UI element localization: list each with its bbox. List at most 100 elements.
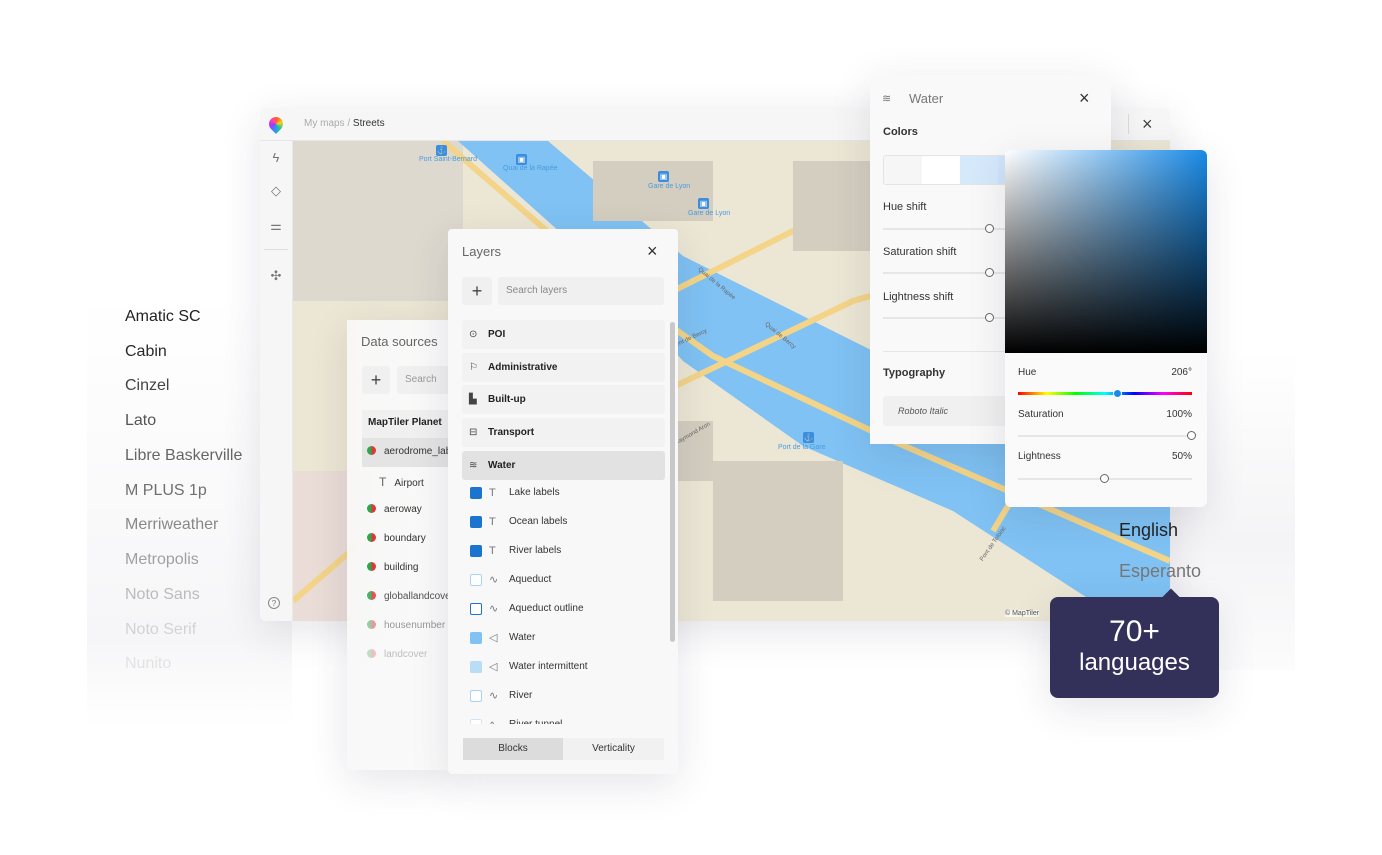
maptiler-logo[interactable] bbox=[266, 114, 286, 134]
font-option[interactable]: Cabin bbox=[125, 343, 167, 361]
water-icon: ≋ bbox=[882, 93, 892, 105]
hue-label: Hue bbox=[1018, 367, 1037, 378]
tab-blocks[interactable]: Blocks bbox=[463, 738, 563, 760]
status-dot-icon bbox=[367, 649, 376, 658]
slider-thumb[interactable] bbox=[1187, 431, 1196, 440]
puzzle-icon[interactable]: ✣ bbox=[268, 268, 284, 284]
row-label: boundary bbox=[384, 533, 426, 544]
help-icon[interactable]: ? bbox=[268, 597, 280, 609]
hue-slider[interactable] bbox=[1018, 389, 1192, 398]
color-swatch[interactable] bbox=[470, 690, 482, 702]
category-label: Built-up bbox=[488, 394, 526, 405]
map-label[interactable]: Quai de la Rapée bbox=[503, 165, 557, 172]
color-swatch[interactable] bbox=[470, 603, 482, 615]
map-label[interactable]: Gare de Lyon bbox=[648, 183, 690, 190]
font-option[interactable]: Nunito bbox=[125, 655, 171, 673]
color-swatch[interactable] bbox=[470, 719, 482, 724]
text-layer-icon: T bbox=[489, 487, 496, 499]
slider-thumb[interactable] bbox=[985, 224, 994, 233]
font-option[interactable]: M PLUS 1p bbox=[125, 482, 207, 500]
saturation-slider[interactable] bbox=[1018, 431, 1196, 440]
color-swatch[interactable] bbox=[470, 632, 482, 644]
close-window-button[interactable]: × bbox=[1142, 114, 1153, 135]
font-option[interactable]: Cinzel bbox=[125, 377, 169, 395]
train-icon[interactable]: ▣ bbox=[658, 171, 669, 182]
font-option[interactable]: Merriweather bbox=[125, 516, 218, 534]
saturation-shift-label: Saturation shift bbox=[883, 246, 957, 258]
breadcrumb: My maps / Streets bbox=[304, 118, 385, 129]
font-option[interactable]: Amatic SC bbox=[125, 308, 201, 326]
source-layer-row[interactable]: landcover bbox=[367, 649, 427, 660]
slider-thumb[interactable] bbox=[1112, 389, 1122, 398]
slider-thumb[interactable] bbox=[985, 313, 994, 322]
row-label: landcover bbox=[384, 649, 428, 660]
language-option[interactable]: English bbox=[1119, 520, 1178, 541]
color-swatch[interactable] bbox=[470, 487, 482, 499]
tooltip-label: languages bbox=[1079, 649, 1190, 676]
category-poi[interactable]: ⊙ POI bbox=[462, 320, 665, 349]
search-layers-input[interactable]: Search layers bbox=[498, 277, 664, 305]
category-water[interactable]: ≋ Water bbox=[462, 451, 665, 480]
tab-verticality[interactable]: Verticality bbox=[563, 738, 664, 760]
source-layer-row[interactable]: aerodrome_label bbox=[367, 446, 452, 457]
status-dot-icon bbox=[367, 446, 376, 455]
layers-icon[interactable]: ◇ bbox=[268, 183, 284, 199]
train-icon[interactable]: ▣ bbox=[516, 154, 527, 165]
color-swatch[interactable] bbox=[470, 545, 482, 557]
source-layer-row[interactable]: globallandcover bbox=[367, 591, 452, 602]
train-icon[interactable]: ▣ bbox=[698, 198, 709, 209]
map-attribution[interactable]: © MapTiler bbox=[1005, 610, 1040, 617]
lightness-shift-label: Lightness shift bbox=[883, 291, 954, 303]
row-label: aeroway bbox=[384, 504, 422, 515]
source-layer-row[interactable]: boundary bbox=[367, 533, 426, 544]
close-water-panel-button[interactable]: × bbox=[1079, 88, 1090, 109]
source-layer-row[interactable]: T Airport bbox=[379, 475, 424, 489]
layer-label: River tunnel bbox=[509, 719, 562, 724]
category-label: Transport bbox=[488, 427, 535, 438]
slider-thumb[interactable] bbox=[985, 268, 994, 277]
color-swatch[interactable] bbox=[470, 661, 482, 673]
color-swatch[interactable] bbox=[470, 516, 482, 528]
font-option[interactable]: Noto Sans bbox=[125, 586, 200, 604]
source-layer-row[interactable]: housenumber bbox=[367, 620, 445, 631]
saturation-label: Saturation bbox=[1018, 409, 1064, 420]
sliders-icon[interactable]: ⚌ bbox=[268, 218, 284, 234]
font-option[interactable]: Metropolis bbox=[125, 551, 199, 569]
add-layer-button[interactable]: + bbox=[462, 277, 492, 305]
font-option[interactable]: Lato bbox=[125, 412, 156, 430]
category-administrative[interactable]: ⚐ Administrative bbox=[462, 353, 665, 382]
map-label[interactable]: Gare de Lyon bbox=[688, 210, 730, 217]
map-label[interactable]: Port Saint-Bernard bbox=[419, 156, 477, 163]
font-option[interactable]: Noto Serif bbox=[125, 621, 196, 639]
font-option[interactable]: Libre Baskerville bbox=[125, 447, 242, 465]
add-source-button[interactable]: + bbox=[362, 366, 390, 394]
harbor-icon[interactable]: ⚓ bbox=[436, 145, 447, 156]
color-stop[interactable] bbox=[922, 156, 960, 184]
category-transport[interactable]: ⊟ Transport bbox=[462, 418, 665, 447]
color-stop[interactable] bbox=[884, 156, 922, 184]
data-sources-panel: Data sources + Search MapTiler Planet ae… bbox=[347, 320, 452, 770]
source-layer-row[interactable]: aeroway bbox=[367, 504, 422, 515]
saturation-lightness-area[interactable] bbox=[1005, 150, 1207, 353]
scrollbar[interactable] bbox=[670, 322, 675, 642]
status-dot-icon bbox=[367, 504, 376, 513]
color-swatch[interactable] bbox=[470, 574, 482, 586]
layer-label: River bbox=[509, 690, 533, 701]
source-header[interactable]: MapTiler Planet bbox=[362, 410, 452, 438]
color-stop[interactable] bbox=[960, 156, 998, 184]
lightness-slider[interactable] bbox=[1018, 474, 1192, 483]
category-built-up[interactable]: ▙ Built-up bbox=[462, 385, 665, 414]
source-layer-row[interactable]: building bbox=[367, 562, 418, 573]
bolt-icon[interactable]: ϟ bbox=[268, 150, 284, 166]
category-label: Water bbox=[488, 460, 516, 471]
close-layers-button[interactable]: × bbox=[647, 241, 658, 262]
hue-value: 206° bbox=[1171, 367, 1192, 378]
slider-thumb[interactable] bbox=[1100, 474, 1109, 483]
language-option[interactable]: Esperanto bbox=[1119, 561, 1201, 582]
divider bbox=[1128, 114, 1129, 134]
breadcrumb-root[interactable]: My maps bbox=[304, 118, 345, 129]
harbor-icon[interactable]: ⚓ bbox=[803, 432, 814, 443]
text-icon: T bbox=[379, 475, 387, 489]
search-sources-input[interactable]: Search bbox=[397, 366, 452, 394]
map-label[interactable]: Port de la Gare bbox=[778, 444, 825, 451]
